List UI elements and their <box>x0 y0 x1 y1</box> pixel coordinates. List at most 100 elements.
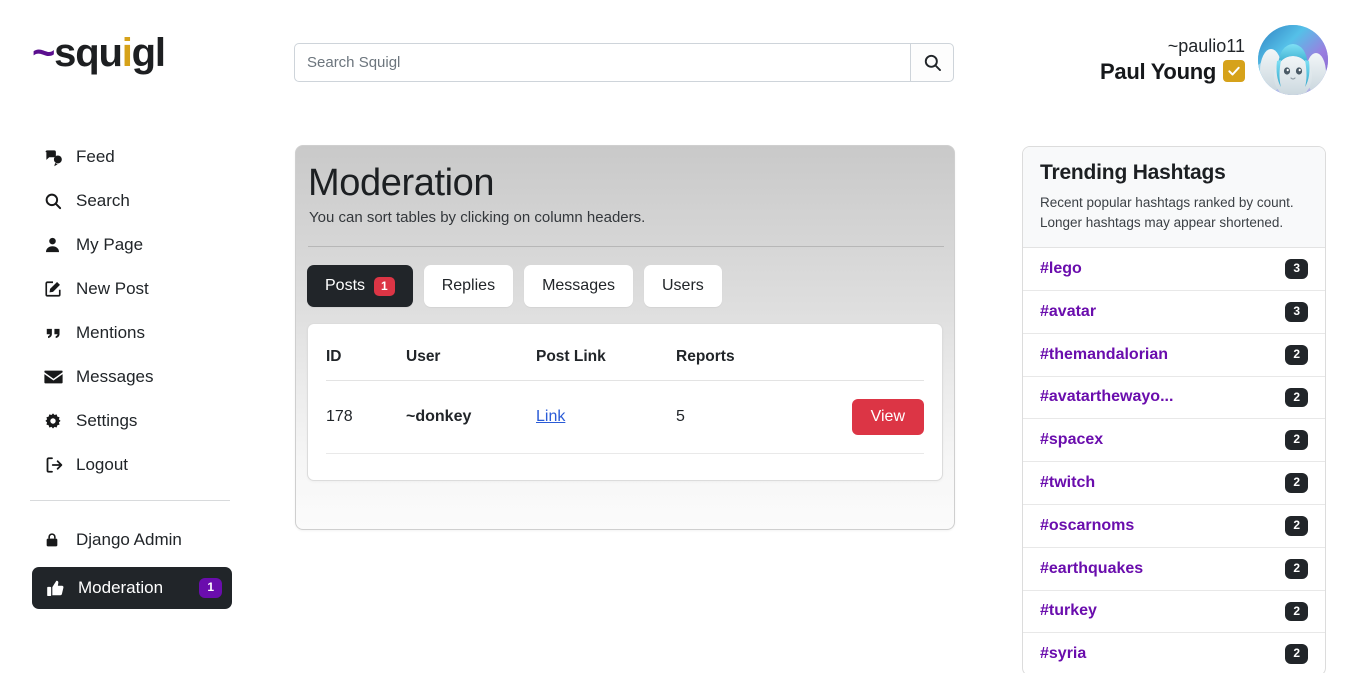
tab-label: Users <box>661 277 704 294</box>
logo-part-two: gl <box>131 31 166 75</box>
edit-icon <box>44 280 70 298</box>
user-menu[interactable]: ~paulio11 Paul Young <box>1100 25 1328 95</box>
lock-icon <box>44 531 70 549</box>
table-header-row: ID User Post Link Reports <box>326 324 924 381</box>
list-item[interactable]: #oscarnoms 2 <box>1023 505 1325 548</box>
trending-subtitle-line-1: Recent popular hashtags ranked by count. <box>1040 195 1294 210</box>
sidebar-item-new-post[interactable]: New Post <box>30 272 230 306</box>
hashtag-count-badge: 2 <box>1285 387 1308 408</box>
hashtag-label: #syria <box>1040 645 1087 663</box>
page-title: Moderation <box>308 162 495 204</box>
list-item[interactable]: #avatarthewayo... 2 <box>1023 377 1325 420</box>
squigl-logo[interactable]: ~squigl <box>32 31 166 75</box>
list-item[interactable]: #avatar 3 <box>1023 291 1325 334</box>
tab-label: Posts <box>325 277 366 294</box>
list-item[interactable]: #syria 2 <box>1023 633 1325 673</box>
hashtag-count-badge: 2 <box>1285 558 1308 579</box>
sidebar-item-label: My Page <box>76 235 144 254</box>
table-body: 178 ~donkey Link 5 View <box>326 380 924 480</box>
logo-tilde: ~ <box>32 31 55 75</box>
hashtag-label: #themandalorian <box>1040 345 1169 363</box>
table-row: 178 ~donkey Link 5 View <box>326 380 924 454</box>
envelope-icon <box>44 369 70 385</box>
list-item[interactable]: #spacex 2 <box>1023 419 1325 463</box>
list-item[interactable]: #earthquakes 2 <box>1023 548 1325 591</box>
hashtag-count-badge: 2 <box>1285 644 1308 665</box>
cell-user: ~donkey <box>406 380 536 454</box>
sidebar: Feed Search My Page New Post Mentions Me… <box>0 140 260 619</box>
tab-posts-badge: 1 <box>374 276 395 296</box>
hashtag-label: #avatarthewayo... <box>1040 388 1174 406</box>
post-link[interactable]: Link <box>536 408 565 425</box>
cell-actions: View <box>826 380 924 454</box>
cell-reports: 5 <box>676 380 826 454</box>
column-header-actions <box>826 324 924 381</box>
sidebar-item-logout[interactable]: Logout <box>30 448 230 482</box>
user-display-name: Paul Young <box>1100 58 1216 84</box>
search-bar <box>294 43 954 82</box>
trending-title: Trending Hashtags <box>1040 161 1226 184</box>
list-item[interactable]: #lego 3 <box>1023 248 1325 291</box>
user-text: ~paulio11 Paul Young <box>1100 36 1245 84</box>
list-item[interactable]: #themandalorian 2 <box>1023 334 1325 377</box>
table-spacer-cell <box>326 454 924 480</box>
trending-hashtags-panel: Trending Hashtags Recent popular hashtag… <box>1022 146 1326 673</box>
hashtag-count-badge: 2 <box>1285 515 1308 536</box>
tab-users[interactable]: Users <box>643 265 722 307</box>
sidebar-item-settings[interactable]: Settings <box>30 404 230 438</box>
search-submit-button[interactable] <box>910 43 954 82</box>
sidebar-item-label: Moderation <box>78 578 164 597</box>
sidebar-item-search[interactable]: Search <box>30 184 230 218</box>
sidebar-item-moderation[interactable]: Moderation 1 <box>32 567 232 609</box>
table-row-spacer <box>326 454 924 480</box>
hashtag-label: #twitch <box>1040 474 1096 491</box>
column-header-postlink[interactable]: Post Link <box>536 324 676 381</box>
tab-label: Messages <box>542 277 615 294</box>
list-item[interactable]: #twitch 2 <box>1023 462 1325 505</box>
verified-badge-icon <box>1223 60 1245 83</box>
app-root: ~squigl ~paulio11 Paul Young <box>0 0 1356 673</box>
view-button[interactable]: View <box>851 399 924 435</box>
sidebar-item-my-page[interactable]: My Page <box>30 228 230 262</box>
trending-header: Trending Hashtags Recent popular hashtag… <box>1023 147 1325 249</box>
sidebar-item-label: Messages <box>76 367 154 386</box>
user-icon <box>44 236 70 254</box>
hashtag-count-badge: 3 <box>1285 301 1308 322</box>
search-input[interactable] <box>294 43 910 82</box>
hashtag-label: #lego <box>1040 260 1082 278</box>
column-header-user[interactable]: User <box>406 324 536 381</box>
user-handle: ~paulio11 <box>1167 36 1245 56</box>
avatar[interactable] <box>1258 25 1328 95</box>
list-item[interactable]: #turkey 2 <box>1023 591 1325 634</box>
moderation-table-card: ID User Post Link Reports 178 ~donkey Li… <box>307 323 943 481</box>
sidebar-item-messages[interactable]: Messages <box>30 360 230 394</box>
tab-messages[interactable]: Messages <box>524 265 633 307</box>
tab-posts[interactable]: Posts 1 <box>307 265 413 307</box>
hashtag-count-badge: 2 <box>1285 344 1308 365</box>
column-header-reports[interactable]: Reports <box>676 324 826 381</box>
sidebar-item-mentions[interactable]: Mentions <box>30 316 230 350</box>
sidebar-item-django-admin[interactable]: Django Admin <box>30 523 230 557</box>
sidebar-item-label: Django Admin <box>76 530 182 549</box>
page-subtitle: You can sort tables by clicking on colum… <box>309 209 646 226</box>
sidebar-divider <box>30 500 230 501</box>
search-icon <box>44 192 70 210</box>
logo-part-one: squ <box>54 31 123 75</box>
sidebar-item-label: Settings <box>76 411 138 430</box>
hashtag-count-badge: 2 <box>1285 473 1308 493</box>
quote-icon <box>44 325 70 342</box>
search-icon <box>924 54 941 71</box>
trending-subtitle-line-2: Longer hashtags may appear shortened. <box>1040 214 1284 230</box>
cell-post-link: Link <box>536 380 676 454</box>
sidebar-item-feed[interactable]: Feed <box>30 140 230 174</box>
moderation-table: ID User Post Link Reports 178 ~donkey Li… <box>326 324 924 480</box>
hashtag-label: #turkey <box>1040 602 1097 620</box>
gear-icon <box>44 412 70 430</box>
sidebar-item-label: Feed <box>76 147 115 166</box>
sidebar-moderation-badge: 1 <box>199 578 222 598</box>
avatar-image <box>1258 25 1328 95</box>
card-divider <box>308 246 944 247</box>
tab-replies[interactable]: Replies <box>423 265 514 307</box>
hashtag-count-badge: 2 <box>1285 430 1308 451</box>
column-header-id[interactable]: ID <box>326 324 406 381</box>
